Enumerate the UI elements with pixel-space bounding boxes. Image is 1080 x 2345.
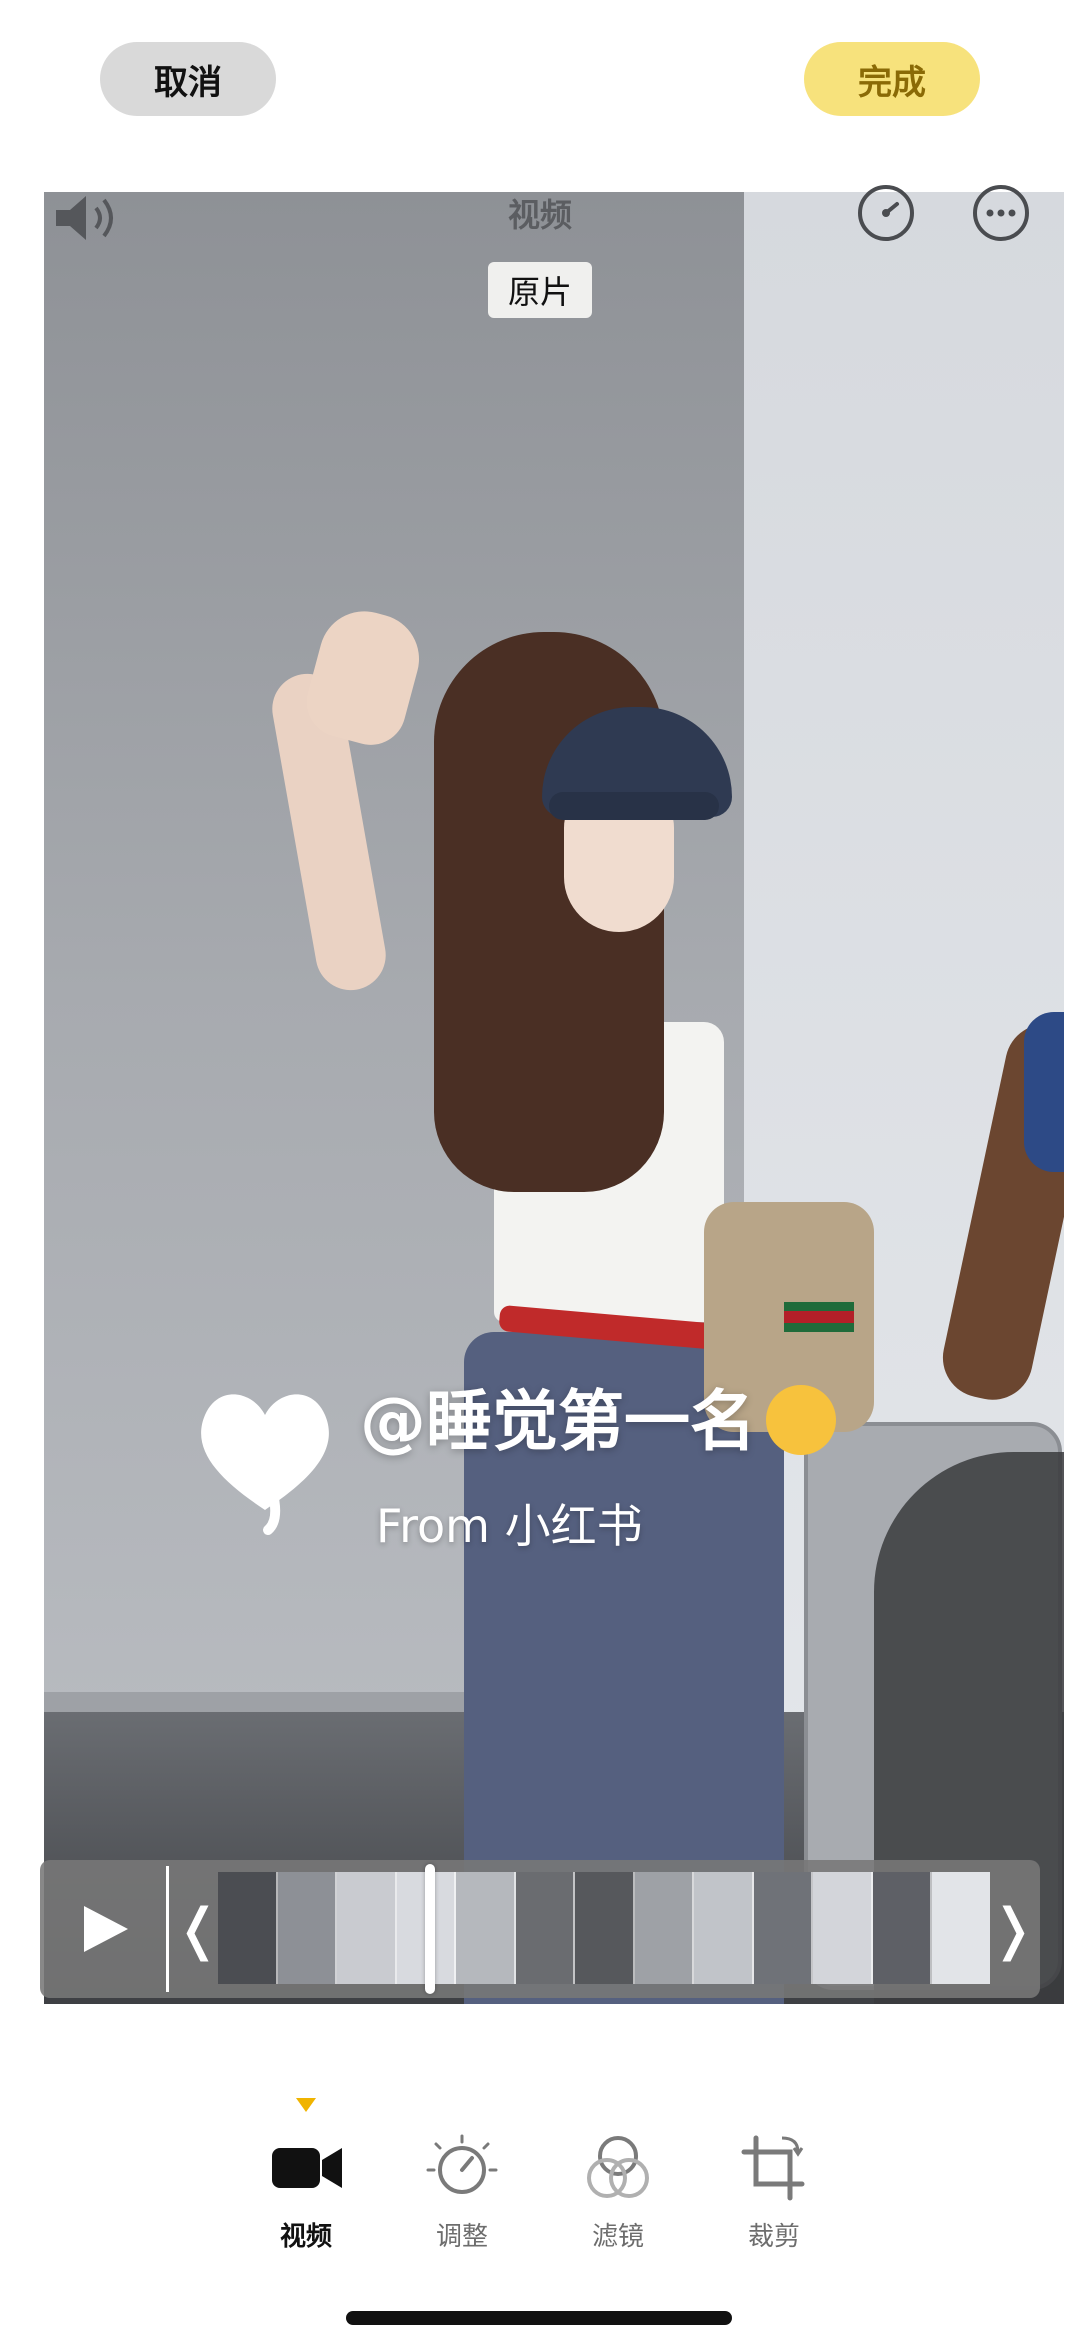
sleepy-emoji-icon	[766, 1384, 836, 1455]
tool-label: 裁剪	[747, 2222, 800, 2252]
play-button[interactable]	[40, 1860, 166, 1998]
trim-handle-left[interactable]: ❬	[175, 1860, 222, 1998]
crop-rotate-icon	[734, 2130, 814, 2206]
watermark-handle: @睡觉第一名	[360, 1368, 836, 1464]
watermark-heart-icon	[190, 1370, 340, 1535]
bag-stripe	[784, 1302, 854, 1332]
frame-thumbnail	[515, 1872, 576, 1984]
timeline-scrubber[interactable]: ❬ ❭	[40, 1860, 1040, 1998]
frame-thumbnails[interactable]	[218, 1872, 990, 1984]
frame-thumbnail	[277, 1872, 338, 1984]
playback-speed-icon[interactable]	[855, 182, 917, 244]
active-tool-indicator	[296, 2098, 316, 2112]
frame-thumbnail	[337, 1872, 397, 1984]
divider	[166, 1866, 169, 1992]
bystander-shirt	[1024, 1012, 1064, 1172]
watermark-handle-text: @睡觉第一名	[360, 1383, 756, 1460]
tool-label: 调整	[435, 2222, 488, 2252]
frame-thumbnail	[694, 1872, 754, 1984]
filters-circles-icon	[578, 2130, 658, 2206]
frame-thumbnail	[456, 1872, 516, 1984]
frame-thumbnail	[634, 1872, 695, 1984]
frame-thumbnail	[753, 1872, 814, 1984]
frame-thumbnail	[575, 1872, 635, 1984]
adjust-dial-icon	[422, 2130, 502, 2206]
frame-thumbnail	[932, 1872, 990, 1984]
original-tag[interactable]: 原片	[488, 262, 592, 318]
video-preview[interactable]	[44, 192, 1064, 2004]
tool-crop[interactable]: 裁剪	[714, 2130, 834, 2252]
frame-thumbnail	[813, 1872, 873, 1984]
tool-adjust[interactable]: 调整	[402, 2130, 522, 2252]
cancel-button[interactable]: 取消	[100, 42, 276, 116]
mode-title: 视频	[507, 196, 572, 234]
frame-thumbnail	[218, 1872, 278, 1984]
tool-label: 视频	[279, 2222, 332, 2252]
playhead[interactable]	[425, 1864, 435, 1994]
video-camera-icon	[266, 2130, 346, 2206]
tool-label: 滤镜	[591, 2222, 644, 2252]
tool-video[interactable]: 视频	[246, 2130, 366, 2252]
trim-handle-right[interactable]: ❭	[990, 1860, 1037, 1998]
watermark-source: From 小红书	[376, 1499, 643, 1553]
done-button[interactable]: 完成	[804, 42, 980, 116]
subject-cap-brim	[549, 792, 719, 820]
more-options-icon[interactable]	[970, 182, 1032, 244]
play-icon	[84, 1906, 128, 1952]
tool-filters[interactable]: 滤镜	[558, 2130, 678, 2252]
home-indicator[interactable]	[346, 2311, 732, 2325]
top-bar: 取消 完成	[0, 0, 1080, 170]
frame-thumbnail	[872, 1872, 933, 1984]
